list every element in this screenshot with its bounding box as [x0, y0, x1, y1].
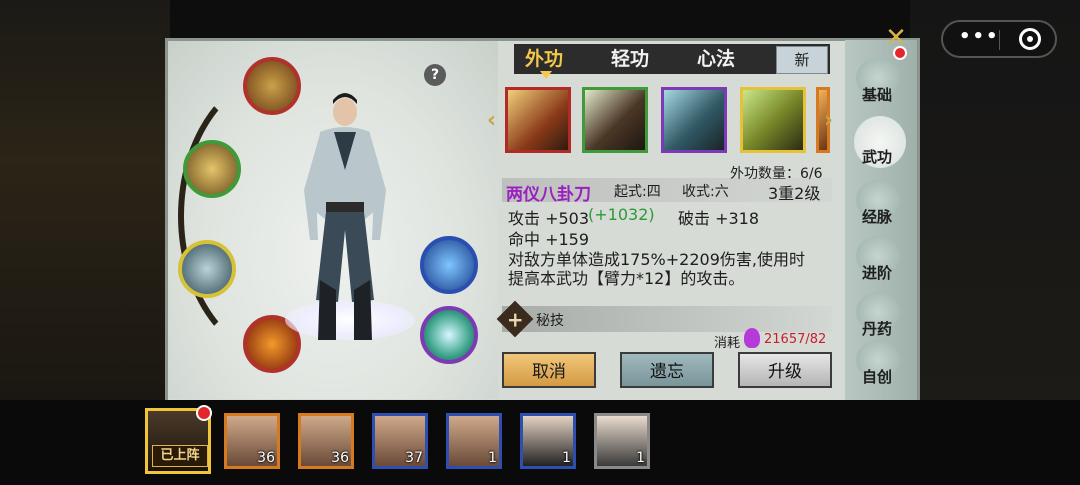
forget-button[interactable]: 遗忘 [620, 352, 714, 388]
help-icon[interactable]: ? [424, 64, 446, 86]
character-figure [304, 93, 386, 340]
tab-light-skill[interactable]: 轻功 [600, 44, 660, 74]
sidebar-item-pill[interactable]: 丹药 [852, 292, 912, 346]
exit-icon[interactable] [1019, 28, 1041, 50]
scroll-right-icon[interactable]: › [824, 108, 833, 133]
active-tab-indicator-icon [540, 71, 552, 79]
equipped-skill-slot-6[interactable] [420, 306, 478, 364]
secret-label: 秘技 [536, 313, 564, 329]
skill-level: 3重2级 [768, 184, 821, 203]
background-room-left [0, 0, 170, 400]
skill-description-line2: 提高本武功【臂力*12】的攻击。 [508, 269, 745, 288]
stat-attack-bonus: (+1032) [588, 205, 655, 224]
tab-outer-skill[interactable]: 外功 [514, 44, 574, 74]
hero-portrait-7[interactable]: 1 [594, 413, 650, 469]
skill-icon-2[interactable] [582, 87, 648, 153]
hero-notification-dot [196, 405, 212, 421]
hero-portrait-3[interactable]: 36 [298, 413, 354, 469]
hero-portrait-5[interactable]: 1 [446, 413, 502, 469]
close-notification-dot [893, 46, 907, 60]
sidebar-item-meridian[interactable]: 经脉 [852, 180, 912, 234]
hero-portrait-6[interactable]: 1 [520, 413, 576, 469]
onstage-label: 已上阵 [152, 445, 208, 467]
end-stance: 收式:六 [682, 184, 729, 200]
equipped-skill-slot-2[interactable] [183, 140, 241, 198]
equipped-skill-slot-5[interactable] [420, 236, 478, 294]
equipped-skill-slot-3[interactable] [178, 240, 236, 298]
stat-critical: 破击 +318 [678, 209, 760, 228]
sidebar-item-martial[interactable]: 武功 [852, 116, 912, 174]
upgrade-button[interactable]: 升级 [738, 352, 832, 388]
background-right [910, 0, 1080, 400]
cancel-button[interactable]: 取消 [502, 352, 596, 388]
hero-portrait-4[interactable]: 37 [372, 413, 428, 469]
skill-icon-4[interactable] [740, 87, 806, 153]
skill-icon-1[interactable] [505, 87, 571, 153]
skill-name: 两仪八卦刀 [506, 185, 591, 205]
capsule-divider [999, 30, 1000, 50]
sidebar-item-basic[interactable]: 基础 [852, 58, 912, 112]
more-icon[interactable]: ••• [959, 26, 1000, 47]
skill-icon-3[interactable] [661, 87, 727, 153]
cost-value: 21657/82 [764, 332, 827, 347]
tab-mind-skill[interactable]: 心法 [686, 44, 746, 74]
miniapp-capsule: ••• [941, 20, 1057, 58]
sidebar-item-advance[interactable]: 进阶 [852, 236, 912, 290]
sidebar-item-create[interactable]: 自创 [852, 340, 912, 394]
purple-flame-icon [744, 328, 760, 348]
hero-portrait-2[interactable]: 36 [224, 413, 280, 469]
scroll-left-icon[interactable]: ‹ [487, 108, 496, 133]
cost-label: 消耗 [714, 336, 741, 351]
start-stance: 起式:四 [614, 184, 661, 200]
tab-new[interactable]: 新 [776, 46, 828, 74]
